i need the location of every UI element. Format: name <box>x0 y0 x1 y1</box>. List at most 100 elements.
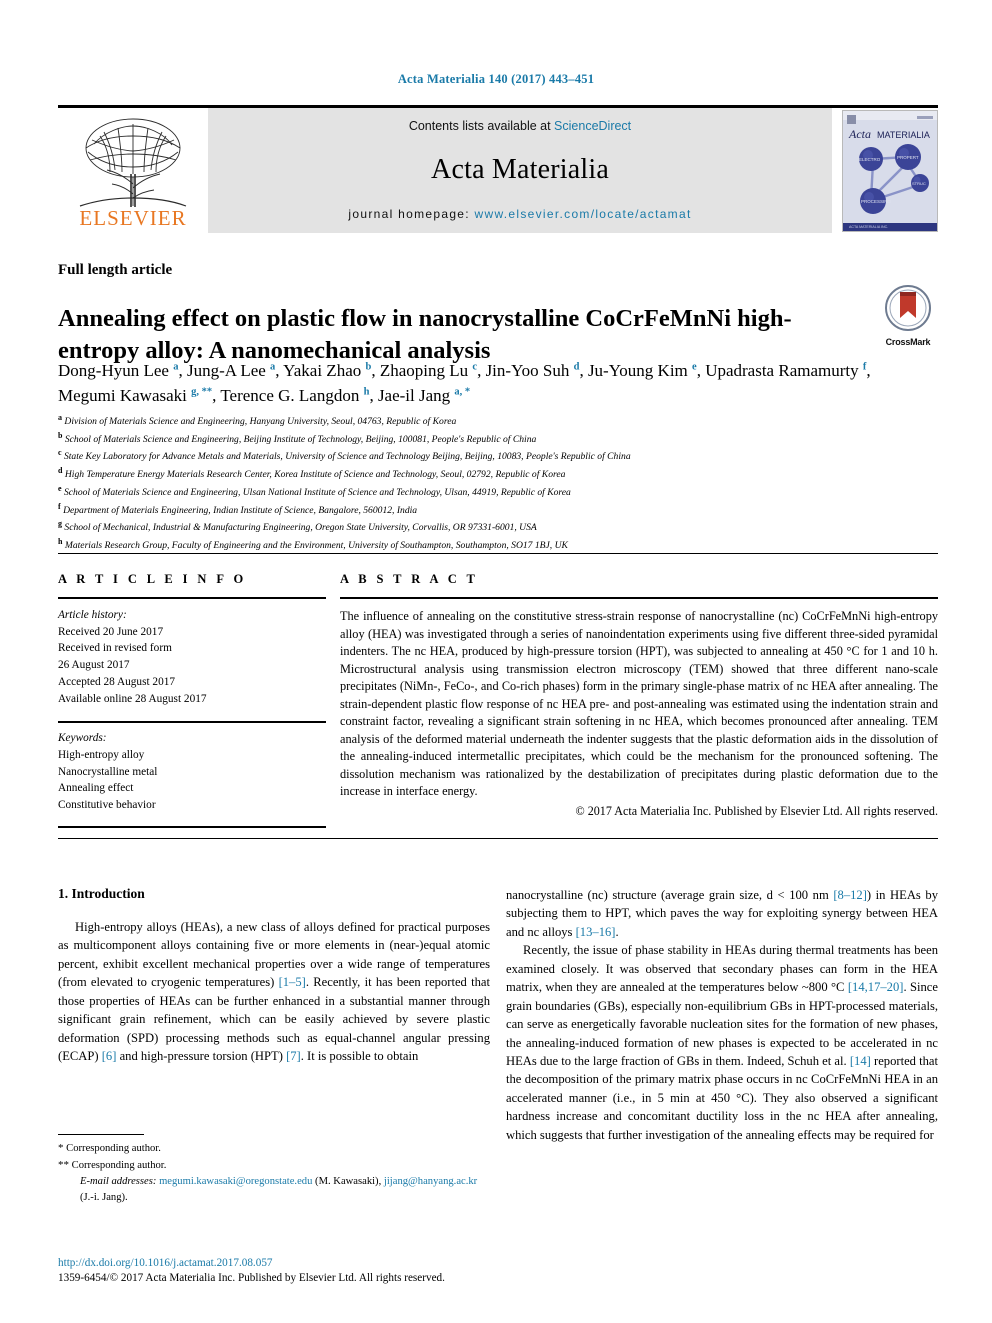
article-type-label: Full length article <box>58 262 173 278</box>
email-link-1[interactable]: megumi.kawasaki@oregonstate.edu <box>159 1176 312 1187</box>
citation-link[interactable]: [8–12] <box>833 888 867 902</box>
affiliation-row: f Department of Materials Engineering, I… <box>58 501 938 519</box>
section-heading-introduction: 1. Introduction <box>58 886 145 901</box>
corr-mark-2: ** <box>58 1158 69 1171</box>
keyword-items: High-entropy alloy Nanocrystalline metal A… <box>58 747 326 814</box>
author-affiliation-marker: h <box>363 385 370 397</box>
abstract-column: A B S T R A C T The influence of anneali… <box>340 572 938 819</box>
corresponding-author-2: ** Corresponding author. <box>58 1157 490 1174</box>
citation-link[interactable]: [13–16] <box>576 925 616 939</box>
journal-masthead: ELSEVIER Contents lists available at Sci… <box>58 105 938 233</box>
svg-text:STRUC: STRUC <box>912 181 926 186</box>
abstract-bottom-rule <box>58 838 938 839</box>
affiliation-list: a Division of Materials Science and Engi… <box>58 412 938 554</box>
history-item: 26 August 2017 <box>58 659 130 672</box>
crossmark-badge[interactable]: CrossMark <box>877 285 939 347</box>
affiliation-text: Materials Research Group, Faculty of Eng… <box>62 540 568 552</box>
journal-banner: Contents lists available at ScienceDirec… <box>208 108 832 233</box>
keywords-block: Keywords: High-entropy alloy Nanocrystall… <box>58 730 326 814</box>
keyword-item: High-entropy alloy <box>58 749 145 762</box>
corr-text-2: Corresponding author. <box>71 1159 167 1171</box>
keyword-item: Annealing effect <box>58 782 134 795</box>
svg-text:PROCESSING: PROCESSING <box>861 199 892 204</box>
citation-link[interactable]: [1–5] <box>279 975 306 989</box>
author-name: Jin-Yoo Suh <box>485 361 574 380</box>
intro-paragraph-1: High-entropy alloys (HEAs), a new class … <box>58 920 490 1064</box>
history-item: Accepted 28 August 2017 <box>58 675 176 688</box>
email-link-2[interactable]: jijang@hanyang.ac.kr <box>384 1176 477 1187</box>
issn-copyright-line: 1359-6454/© 2017 Acta Materialia Inc. Pu… <box>58 1272 445 1284</box>
keyword-item: Nanocrystalline metal <box>58 765 158 778</box>
abstract-copyright: © 2017 Acta Materialia Inc. Published by… <box>575 803 938 818</box>
svg-text:PROPERT: PROPERT <box>897 155 919 160</box>
sciencedirect-link[interactable]: ScienceDirect <box>554 119 631 133</box>
author-affiliation-marker: b <box>365 361 372 373</box>
email-addresses-line: E-mail addresses: megumi.kawasaki@oregon… <box>80 1175 478 1203</box>
citation-link[interactable]: [14,17–20] <box>848 980 904 994</box>
abstract-heading: A B S T R A C T <box>340 572 479 586</box>
author-affiliation-marker: c <box>472 361 478 373</box>
author-name: Megumi Kawasaki <box>58 385 192 405</box>
contents-prefix: Contents lists available at <box>408 119 555 133</box>
author-affiliation-marker: f <box>862 361 867 373</box>
svg-text:MATERIALIA: MATERIALIA <box>877 130 930 140</box>
citation-link[interactable]: [7] <box>286 1049 301 1063</box>
homepage-url-link[interactable]: www.elsevier.com/locate/actamat <box>475 207 692 221</box>
affiliation-text: High Temperature Energy Materials Resear… <box>62 469 566 481</box>
affiliation-row: c State Key Laboratory for Advance Metal… <box>58 447 938 465</box>
citation-link[interactable]: [6] <box>102 1049 117 1063</box>
homepage-label: journal homepage: <box>348 207 475 221</box>
author-name: Terence G. Langdon <box>220 385 364 405</box>
svg-text:Acta: Acta <box>848 127 871 141</box>
abstract-text: The influence of annealing on the consti… <box>340 609 938 799</box>
citation-link[interactable]: [14] <box>850 1054 871 1068</box>
author-name: Zhaoping Lu <box>379 361 473 380</box>
footnote-rule <box>58 1134 144 1135</box>
author-name: Upadrasta Ramamurty <box>705 361 863 380</box>
history-item: Available online 28 August 2017 <box>58 692 207 705</box>
journal-homepage-line: journal homepage: www.elsevier.com/locat… <box>348 207 691 221</box>
intro-paragraph-2: Recently, the issue of phase stability i… <box>506 943 939 1142</box>
info-rule <box>58 597 326 599</box>
history-item: Received 20 June 2017 <box>58 625 164 638</box>
doi-link[interactable]: http://dx.doi.org/10.1016/j.actamat.2017… <box>58 1257 528 1269</box>
author-name: Dong-Hyun Lee <box>58 361 174 380</box>
affiliation-text: School of Mechanical, Industrial & Manuf… <box>62 522 537 534</box>
journal-cover-thumbnail: Acta MATERIALIA ELECTRO PROPERT STRUC PR… <box>842 109 938 232</box>
body-column-right: nanocrystalline (nc) structure (average … <box>506 886 938 1144</box>
elsevier-tree-icon <box>79 118 187 207</box>
corr-mark-1: * <box>58 1142 64 1154</box>
svg-text:ACTA MATERIALIA INC.: ACTA MATERIALIA INC. <box>849 225 888 229</box>
keywords-top-rule <box>58 721 326 724</box>
affiliation-row: e School of Materials Science and Engine… <box>58 483 938 501</box>
crossmark-icon <box>885 285 931 331</box>
affiliation-row: g School of Mechanical, Industrial & Man… <box>58 518 938 536</box>
email-label: E-mail addresses: <box>80 1175 157 1187</box>
journal-reference: Acta Materialia 140 (2017) 443–451 <box>397 72 595 86</box>
journal-title: Acta Materialia <box>431 154 609 185</box>
affiliation-row: h Materials Research Group, Faculty of E… <box>58 536 938 554</box>
keyword-item: Constitutive behavior <box>58 799 156 812</box>
page-title: Annealing effect on plastic flow in nano… <box>58 305 792 364</box>
corr-text-1: Corresponding author. <box>66 1143 161 1154</box>
corresponding-author-1: * Corresponding author. <box>58 1140 490 1157</box>
body-column-left: 1. Introduction High-entropy alloys (HEA… <box>58 886 490 1066</box>
article-info-column: A R T I C L E I N F O Article history: R… <box>58 572 326 828</box>
author-affiliation-marker: e <box>692 361 697 373</box>
crossmark-label: CrossMark <box>885 337 931 347</box>
affiliation-text: Department of Materials Engineering, Ind… <box>60 504 418 516</box>
affiliation-text: School of Materials Science and Engineer… <box>62 433 537 445</box>
contents-list-line: Contents lists available at ScienceDirec… <box>409 119 631 133</box>
author-affiliation-marker: a <box>173 361 179 373</box>
affiliation-row: d High Temperature Energy Materials Rese… <box>58 465 938 483</box>
author-affiliation-marker: d <box>573 361 580 373</box>
footnote-block: * Corresponding author. ** Corresponding… <box>58 1140 490 1206</box>
keywords-label: Keywords: <box>58 732 107 745</box>
author-affiliation-marker: g, ** <box>191 385 213 397</box>
keywords-bottom-rule <box>58 825 326 828</box>
email-person-1: (M. Kawasaki) <box>315 1175 379 1187</box>
author-name: Jung-A Lee <box>186 361 271 380</box>
author-affiliation-marker: a <box>270 361 276 373</box>
intro-paragraph-1-cont: nanocrystalline (nc) structure (average … <box>506 888 938 939</box>
abstract-rule <box>340 597 938 599</box>
